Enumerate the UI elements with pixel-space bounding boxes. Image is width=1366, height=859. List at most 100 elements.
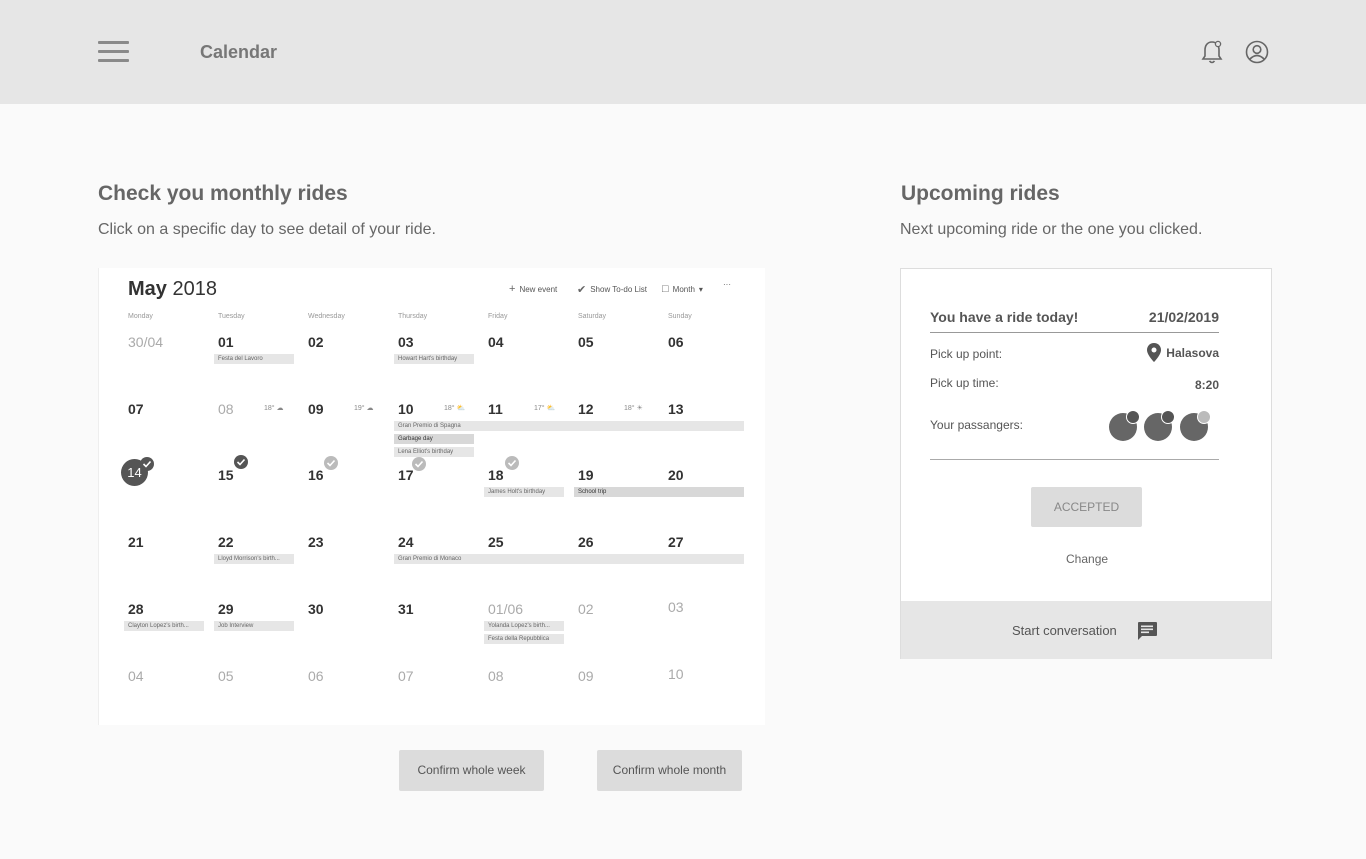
calendar-day[interactable]: 30 — [308, 601, 324, 617]
calendar-section-title: Check you monthly rides — [98, 182, 348, 205]
sun-icon: ☀ — [636, 405, 643, 412]
calendar-day[interactable]: 29 — [218, 601, 234, 617]
passenger-avatar[interactable] — [1144, 410, 1175, 441]
confirmed-check-icon — [1161, 410, 1175, 424]
calendar-event[interactable]: Festa della Repubblica — [484, 634, 564, 644]
weekday-header: Monday — [128, 313, 153, 320]
calendar-day[interactable]: 01 — [218, 334, 234, 350]
calendar-month-title: May 2018 — [128, 278, 217, 300]
calendar-day[interactable]: 20 — [668, 467, 684, 483]
calendar-event[interactable]: Job Interview — [214, 621, 294, 631]
passenger-avatar[interactable] — [1180, 410, 1211, 441]
calendar-day[interactable]: 02 — [578, 601, 594, 617]
confirmed-check-icon — [234, 455, 248, 469]
calendar-day[interactable]: 01/06 — [488, 601, 523, 617]
calendar-day[interactable]: 11 — [488, 401, 503, 417]
weather-forecast: 18° ☁ — [264, 405, 284, 412]
ride-heading: You have a ride today! — [930, 309, 1079, 325]
calendar-day[interactable]: 28 — [128, 601, 144, 617]
ride-card: You have a ride today! 21/02/2019 Pick u… — [900, 268, 1272, 659]
calendar-event[interactable]: Lena Elliot's birthday — [394, 447, 474, 457]
month-calendar: May 2018 + New event ✔ Show To-do List □ Mo… — [98, 268, 765, 725]
weekday-header: Thursday — [398, 313, 428, 320]
weekday-header: Sunday — [668, 313, 692, 320]
calendar-day[interactable]: 26 — [578, 534, 594, 550]
checkmark-icon: ✔ — [577, 284, 587, 296]
upcoming-section-title: Upcoming rides — [901, 182, 1060, 205]
chat-icon[interactable] — [1136, 621, 1158, 641]
calendar-event[interactable]: Gran Premio di Monaco — [394, 554, 744, 564]
calendar-day[interactable]: 24 — [398, 534, 414, 550]
calendar-day[interactable]: 17 — [398, 467, 414, 483]
more-options-button[interactable]: ··· — [723, 280, 731, 289]
calendar-event[interactable]: Yolanda Lopez's birth... — [484, 621, 564, 631]
calendar-day[interactable]: 02 — [308, 334, 324, 350]
calendar-day[interactable]: 12 — [578, 401, 594, 417]
calendar-day[interactable]: 07 — [128, 401, 144, 417]
pending-check-icon — [1197, 410, 1211, 424]
calendar-day[interactable]: 08 — [218, 401, 234, 417]
pickup-time-value: 8:20 — [1194, 378, 1219, 392]
calendar-event[interactable]: James Holt's birthday — [484, 487, 564, 497]
calendar-day[interactable]: 10 — [398, 401, 414, 417]
calendar-day[interactable]: 25 — [488, 534, 504, 550]
calendar-icon: □ — [662, 283, 669, 295]
calendar-day[interactable]: 10 — [668, 666, 684, 682]
show-todo-button[interactable]: ✔ Show To-do List — [577, 283, 647, 296]
confirm-month-button[interactable]: Confirm whole month — [597, 750, 742, 791]
weather-forecast: 18° ☀ — [624, 405, 643, 412]
confirmed-check-icon — [1126, 410, 1140, 424]
weather-forecast: 19° ☁ — [354, 405, 374, 412]
calendar-day[interactable]: 15 — [218, 467, 234, 483]
calendar-day[interactable]: 31 — [398, 601, 414, 617]
weather-forecast: 17° ⛅ — [534, 405, 556, 412]
calendar-day[interactable]: 30/04 — [128, 334, 163, 350]
calendar-day[interactable]: 18 — [488, 467, 504, 483]
plus-icon: + — [509, 283, 516, 295]
calendar-day[interactable]: 08 — [488, 668, 504, 684]
calendar-day[interactable]: 16 — [308, 467, 324, 483]
passengers-row: Your passangers: — [930, 418, 1219, 438]
view-month-dropdown[interactable]: □ Month ▾ — [662, 283, 703, 295]
pickup-time-label: Pick up time: — [930, 376, 999, 390]
calendar-day[interactable]: 09 — [578, 668, 594, 684]
calendar-event[interactable]: Festa del Lavoro — [214, 354, 294, 364]
calendar-day[interactable]: 04 — [488, 334, 504, 350]
calendar-day[interactable]: 05 — [218, 668, 234, 684]
calendar-event[interactable]: Garbage day — [394, 434, 474, 444]
calendar-day[interactable]: 06 — [308, 668, 324, 684]
calendar-day[interactable]: 07 — [398, 668, 414, 684]
calendar-day[interactable]: 27 — [668, 534, 684, 550]
pending-check-icon — [412, 457, 426, 471]
calendar-day[interactable]: 05 — [578, 334, 594, 350]
calendar-day[interactable]: 09 — [308, 401, 324, 417]
hamburger-icon[interactable] — [98, 41, 129, 63]
calendar-event[interactable]: Howart Hart's birthday — [394, 354, 474, 364]
calendar-day[interactable]: 03 — [398, 334, 414, 350]
calendar-event[interactable]: School trip — [574, 487, 744, 497]
calendar-day[interactable]: 03 — [668, 599, 684, 615]
accepted-status-button[interactable]: ACCEPTED — [1031, 487, 1142, 527]
start-conversation-link[interactable]: Start conversation — [1012, 623, 1117, 638]
calendar-event[interactable]: Gran Premio di Spagna — [394, 421, 744, 431]
calendar-day[interactable]: 06 — [668, 334, 684, 350]
top-bar: Calendar — [0, 0, 1366, 104]
passenger-avatar[interactable] — [1109, 410, 1140, 441]
calendar-day[interactable]: 22 — [218, 534, 234, 550]
weekday-header: Friday — [488, 313, 508, 320]
calendar-section-subtitle: Click on a specific day to see detail of… — [98, 221, 436, 238]
calendar-day[interactable]: 23 — [308, 534, 324, 550]
bell-icon[interactable] — [1200, 39, 1224, 65]
change-link[interactable]: Change — [1066, 552, 1108, 566]
confirm-week-button[interactable]: Confirm whole week — [399, 750, 544, 791]
calendar-day[interactable]: 04 — [128, 668, 144, 684]
calendar-event[interactable]: Clayton Lopez's birth... — [124, 621, 204, 631]
new-event-button[interactable]: + New event — [509, 283, 557, 295]
calendar-event[interactable]: Lloyd Morrison's birth... — [214, 554, 294, 564]
calendar-day[interactable]: 21 — [128, 534, 144, 550]
calendar-day[interactable]: 13 — [668, 401, 684, 417]
user-circle-icon[interactable] — [1245, 40, 1269, 64]
pending-check-icon — [505, 456, 519, 470]
calendar-day[interactable]: 19 — [578, 467, 594, 483]
pickup-point-value: Halasova — [1147, 343, 1219, 362]
